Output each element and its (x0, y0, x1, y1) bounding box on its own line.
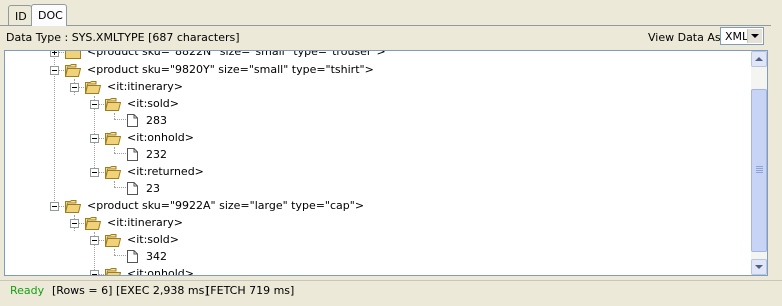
xml-tree-view[interactable]: <product sku="8822N" size="small" type="… (4, 50, 768, 276)
collapse-icon[interactable] (70, 219, 79, 228)
document-icon (127, 148, 138, 161)
folder-open-icon (85, 217, 101, 230)
tree-node-product[interactable]: <product sku="8822N" size="small" type="… (5, 50, 745, 60)
status-ready: Ready (10, 284, 45, 297)
document-icon (127, 182, 138, 195)
tree-node-value[interactable]: 232 (5, 147, 745, 163)
chevron-down-icon[interactable] (747, 29, 762, 43)
tree-node-label: <it:sold> (127, 97, 180, 110)
folder-open-icon (65, 64, 81, 77)
tree-node-itinerary[interactable]: <it:itinerary> (5, 215, 745, 231)
status-rows: [Rows = 6] (52, 284, 113, 297)
tab-id[interactable]: ID (8, 5, 32, 25)
tree-node-label: <it:onhold> (127, 131, 194, 144)
tree-node-label: <it:sold> (127, 233, 180, 246)
data-info-bar: Data Type : SYS.XMLTYPE [687 characters]… (0, 27, 782, 49)
tree-node-label: <product sku="9820Y" size="small" type="… (87, 63, 374, 76)
scroll-down-button[interactable] (751, 259, 767, 275)
folder-open-icon (105, 166, 121, 179)
tab-doc-label: DOC (38, 9, 63, 22)
status-exec-time: [EXEC 2,938 ms] (116, 284, 209, 297)
tree-node-onhold[interactable]: <it:onhold> (5, 266, 745, 276)
tree-node-label: 342 (146, 250, 167, 263)
tree-node-returned[interactable]: <it:returned> (5, 164, 745, 180)
collapse-icon[interactable] (90, 134, 99, 143)
view-data-as-label: View Data As (648, 31, 721, 44)
collapse-icon[interactable] (90, 168, 99, 177)
folder-open-icon (105, 98, 121, 111)
tree-node-value[interactable]: 23 (5, 181, 745, 197)
tree-node-product[interactable]: <product sku="9820Y" size="small" type="… (5, 62, 745, 78)
tab-divider (0, 25, 782, 26)
collapse-icon[interactable] (90, 270, 99, 275)
document-icon (127, 250, 138, 263)
tree-node-label: 232 (146, 148, 167, 161)
tree-node-label: <product sku="9922A" size="large" type="… (87, 199, 365, 212)
window-edge (771, 0, 782, 306)
folder-open-icon (105, 268, 121, 275)
data-type-label: Data Type : SYS.XMLTYPE [687 characters] (6, 31, 240, 44)
view-data-as-value: XML (725, 30, 749, 43)
tree-node-label: <it:onhold> (127, 267, 194, 276)
tree-node-itinerary[interactable]: <it:itinerary> (5, 79, 745, 95)
collapse-icon[interactable] (90, 100, 99, 109)
view-data-as-select[interactable]: XML (720, 27, 764, 45)
collapse-icon[interactable] (70, 83, 79, 92)
expand-icon[interactable] (50, 51, 59, 57)
folder-open-icon (85, 81, 101, 94)
scroll-up-button[interactable] (751, 51, 767, 67)
collapse-icon[interactable] (50, 66, 59, 75)
status-fetch-time: [FETCH 719 ms] (206, 284, 295, 297)
tree-node-value[interactable]: 342 (5, 249, 745, 265)
document-icon (127, 114, 138, 127)
collapse-icon[interactable] (50, 202, 59, 211)
tree-node-label: 283 (146, 114, 167, 127)
tree-node-label: <product sku="8822N" size="small" type="… (87, 50, 386, 58)
tab-strip: ID DOC (0, 0, 782, 26)
tree-node-sold[interactable]: <it:sold> (5, 96, 745, 112)
folder-open-icon (65, 200, 81, 213)
vertical-scrollbar[interactable] (751, 51, 767, 275)
tree-node-label: <it:returned> (127, 165, 204, 178)
tab-doc[interactable]: DOC (31, 4, 67, 26)
folder-icon (65, 51, 81, 59)
tab-id-label: ID (15, 10, 27, 23)
status-bar: Ready [Rows = 6] [EXEC 2,938 ms] [FETCH … (0, 280, 782, 306)
tree-node-product[interactable]: <product sku="9922A" size="large" type="… (5, 198, 745, 214)
folder-open-icon (105, 132, 121, 145)
collapse-icon[interactable] (90, 236, 99, 245)
scrollbar-thumb[interactable] (751, 89, 767, 252)
tree-node-sold[interactable]: <it:sold> (5, 232, 745, 248)
tree-node-label: <it:itinerary> (107, 80, 183, 93)
tree-node-value[interactable]: 283 (5, 113, 745, 129)
tree-node-onhold[interactable]: <it:onhold> (5, 130, 745, 146)
tree-node-label: <it:itinerary> (107, 216, 183, 229)
tree-node-label: 23 (146, 182, 160, 195)
folder-open-icon (105, 234, 121, 247)
